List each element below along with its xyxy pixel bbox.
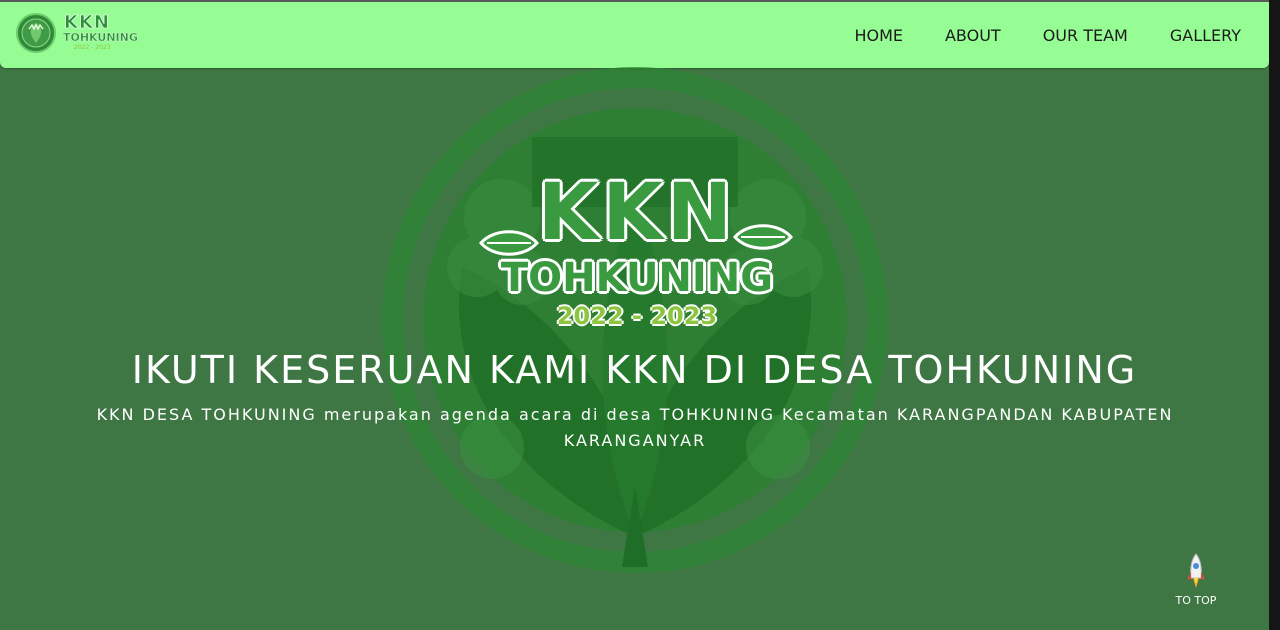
nav-gallery-link[interactable]: GALLERY: [1170, 26, 1241, 45]
hero-logo-years: 2022 - 2023: [556, 302, 718, 330]
brand-name: TOHKUNING: [63, 31, 138, 44]
rocket-icon: [1187, 553, 1205, 588]
to-top-button[interactable]: TO TOP: [1168, 552, 1224, 612]
nav-about-link[interactable]: ABOUT: [945, 26, 1001, 45]
brand-years: 2022 - 2023: [74, 44, 111, 51]
brand-logo[interactable]: KKN TOHKUNING 2022 - 2023: [16, 12, 138, 57]
hero-logo: KKN TOHKUNING 2022 - 2023: [477, 170, 797, 340]
brand-emblem-icon: [16, 13, 56, 53]
nav-our-team-link[interactable]: OUR TEAM: [1043, 26, 1128, 45]
nav-home-link[interactable]: HOME: [854, 26, 903, 45]
brand-word: KKN: [64, 12, 110, 33]
hero-description: KKN DESA TOHKUNING merupakan agenda acar…: [96, 405, 1174, 450]
hero-logo-name: TOHKUNING: [500, 255, 774, 301]
hero-title: IKUTI KESERUAN KAMI KKN DI DESA TOHKUNIN…: [131, 348, 1138, 392]
to-top-label: TO TOP: [1175, 594, 1217, 607]
navbar: KKN TOHKUNING 2022 - 2023 HOME ABOUT OUR…: [0, 2, 1269, 68]
nav-menu: HOME ABOUT OUR TEAM GALLERY: [812, 2, 1241, 68]
hero-logo-word: KKN: [537, 168, 737, 258]
scrollbar[interactable]: [1269, 0, 1280, 630]
